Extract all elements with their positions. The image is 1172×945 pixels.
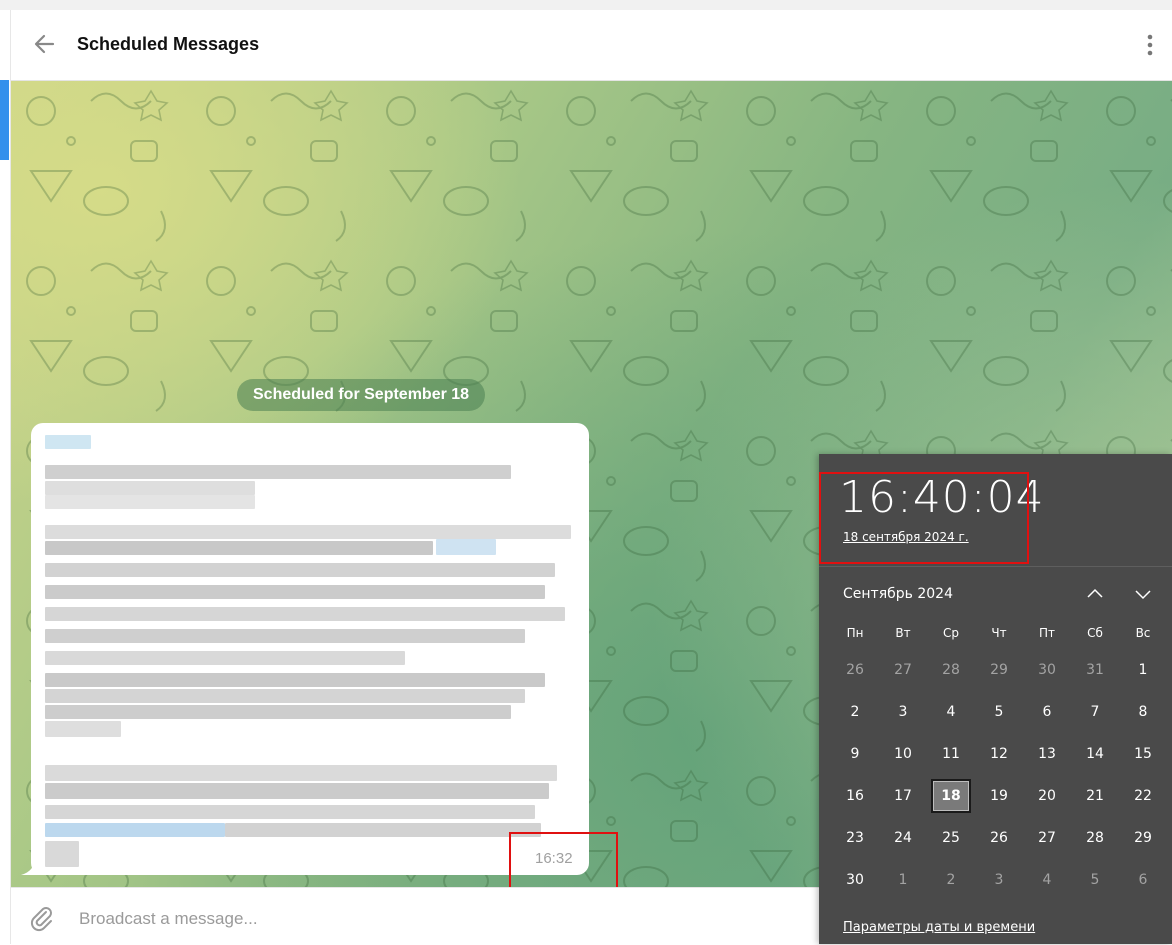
redacted-text — [45, 673, 545, 687]
calendar-day[interactable]: 26 — [979, 821, 1019, 855]
page-title: Scheduled Messages — [77, 34, 260, 54]
calendar-day[interactable]: 2 — [931, 863, 971, 897]
weekday-header: Чт — [991, 626, 1007, 640]
divider — [819, 566, 1172, 567]
highlight-box-clock — [819, 472, 1029, 564]
redacted-text — [45, 563, 555, 577]
calendar-day[interactable]: 7 — [1075, 695, 1115, 729]
calendar-day[interactable]: 11 — [931, 737, 971, 771]
chat-header: Scheduled Messages — [11, 10, 1172, 81]
calendar-day[interactable]: 25 — [931, 821, 971, 855]
calendar-day[interactable]: 15 — [1123, 737, 1163, 771]
chevron-down-icon[interactable] — [1131, 582, 1155, 606]
weekday-header: Сб — [1087, 626, 1103, 640]
calendar-day[interactable]: 3 — [883, 695, 923, 729]
month-label[interactable]: Сентябрь 2024 — [843, 586, 953, 602]
calendar-day[interactable]: 8 — [1123, 695, 1163, 729]
calendar-day[interactable]: 20 — [1027, 779, 1067, 813]
chevron-up-icon[interactable] — [1083, 582, 1107, 606]
weekday-header: Пт — [1038, 626, 1055, 640]
weekday-header: Пн — [846, 626, 864, 640]
calendar-day[interactable]: 10 — [883, 737, 923, 771]
calendar-day[interactable]: 22 — [1123, 779, 1163, 813]
active-chat-indicator — [0, 80, 9, 160]
redacted-text — [45, 495, 255, 509]
calendar-day[interactable]: 30 — [835, 863, 875, 897]
redacted-text — [45, 651, 405, 665]
redacted-text — [45, 525, 571, 539]
weekday-header: Ср — [943, 626, 959, 640]
calendar-day-selected[interactable]: 18 — [931, 779, 971, 813]
calendar-day[interactable]: 3 — [979, 863, 1019, 897]
redacted-text — [45, 607, 565, 621]
redacted-text — [45, 435, 91, 449]
calendar-day[interactable]: 27 — [1027, 821, 1067, 855]
redacted-text — [45, 783, 549, 799]
paperclip-icon[interactable] — [27, 904, 55, 932]
redacted-text — [45, 629, 525, 643]
redacted-text — [45, 721, 121, 737]
scheduled-date-pill: Scheduled for September 18 — [237, 379, 486, 411]
redacted-text — [45, 481, 255, 495]
calendar-day[interactable]: 12 — [979, 737, 1019, 771]
redacted-text — [45, 841, 79, 867]
redacted-text — [45, 689, 525, 703]
calendar-day[interactable]: 24 — [883, 821, 923, 855]
redacted-text — [45, 585, 545, 599]
calendar-day[interactable]: 17 — [883, 779, 923, 813]
message-bubble[interactable] — [31, 423, 589, 875]
redacted-text — [45, 805, 535, 819]
calendar-day[interactable]: 5 — [1075, 863, 1115, 897]
calendar-day[interactable]: 30 — [1027, 653, 1067, 687]
calendar-day[interactable]: 21 — [1075, 779, 1115, 813]
calendar-day[interactable]: 1 — [1123, 653, 1163, 687]
calendar-day[interactable]: 2 — [835, 695, 875, 729]
calendar-day[interactable]: 23 — [835, 821, 875, 855]
calendar-day[interactable]: 26 — [835, 653, 875, 687]
redacted-link — [436, 539, 496, 555]
redacted-text — [45, 465, 511, 479]
redacted-text — [45, 541, 433, 555]
calendar-day[interactable]: 14 — [1075, 737, 1115, 771]
calendar-day[interactable]: 31 — [1075, 653, 1115, 687]
calendar-day[interactable]: 29 — [1123, 821, 1163, 855]
calendar-day[interactable]: 28 — [931, 653, 971, 687]
calendar-day[interactable]: 19 — [979, 779, 1019, 813]
calendar-day[interactable]: 1 — [883, 863, 923, 897]
calendar-day[interactable]: 13 — [1027, 737, 1067, 771]
back-arrow-icon[interactable] — [31, 30, 59, 58]
calendar-day[interactable]: 9 — [835, 737, 875, 771]
calendar-day[interactable]: 4 — [1027, 863, 1067, 897]
message-input[interactable] — [77, 906, 781, 932]
calendar-day[interactable]: 29 — [979, 653, 1019, 687]
redacted-text — [225, 823, 541, 837]
calendar-day[interactable]: 28 — [1075, 821, 1115, 855]
weekday-header: Вс — [1135, 626, 1151, 640]
calendar-day[interactable]: 6 — [1123, 863, 1163, 897]
calendar-day[interactable]: 6 — [1027, 695, 1067, 729]
calendar-day[interactable]: 4 — [931, 695, 971, 729]
calendar-day[interactable]: 5 — [979, 695, 1019, 729]
calendar-day[interactable]: 16 — [835, 779, 875, 813]
more-vertical-icon[interactable] — [1140, 32, 1160, 58]
calendar-day[interactable]: 27 — [883, 653, 923, 687]
date-time-settings-link[interactable]: Параметры даты и времени — [843, 920, 1035, 935]
redacted-link — [45, 823, 225, 837]
weekday-header: Вт — [895, 626, 911, 640]
redacted-text — [45, 765, 557, 781]
redacted-text — [45, 705, 511, 719]
